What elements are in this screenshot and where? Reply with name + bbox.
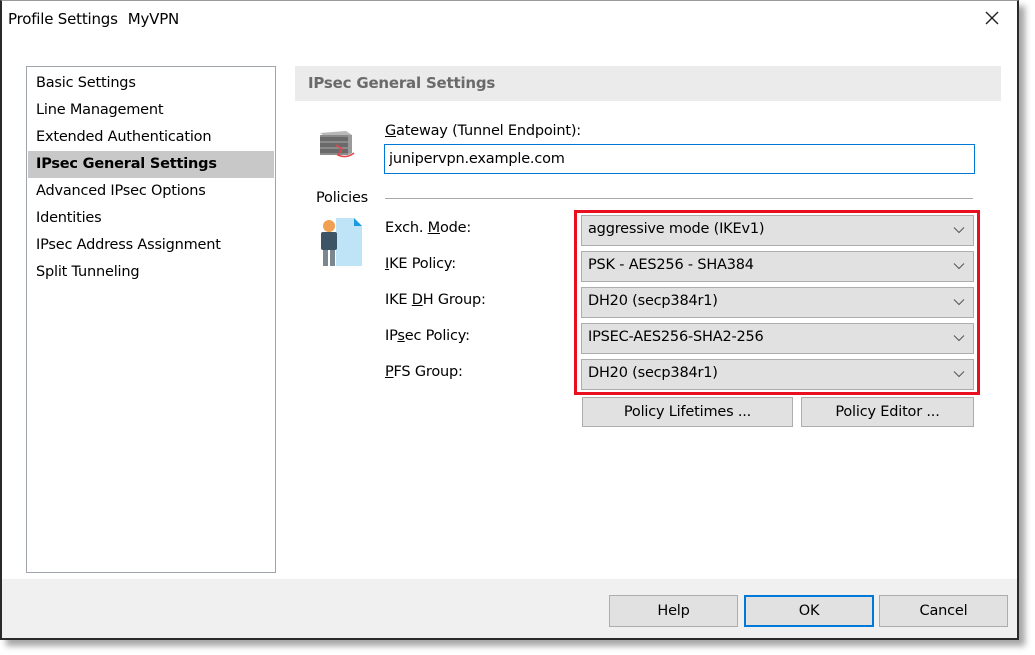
label-text: IKE [385,292,412,308]
policies-section-label: Policies [316,190,369,206]
sidebar-item-line-management[interactable]: Line Management [28,97,274,124]
exch-mode-label: Exch. Mode: [385,220,471,236]
label-text: FS Group: [393,364,463,380]
sidebar-item-identities[interactable]: Identities [28,205,274,232]
window-title-text: Profile Settings [8,10,118,28]
gateway-label-text: ateway (Tunnel Endpoint): [396,123,581,139]
gateway-label-key: G [385,123,397,139]
label-text: KE Policy: [389,256,456,272]
help-button[interactable]: Help [609,595,738,627]
label-text: ec Policy: [404,328,470,344]
ok-button[interactable]: OK [744,595,874,627]
window-title: Profile Settings MyVPN [8,10,179,28]
settings-nav-list: Basic Settings Line Management Extended … [26,66,276,573]
title-bar: Profile Settings MyVPN [2,1,1017,41]
user-policy-icon [321,218,362,266]
label-access-key: D [411,292,423,308]
close-button[interactable] [981,7,1003,29]
policy-editor-button[interactable]: Policy Editor ... [801,397,974,427]
cancel-button[interactable]: Cancel [879,595,1008,627]
ike-policy-label: IKE Policy: [385,256,456,272]
policies-divider [385,198,973,199]
sidebar-item-ipsec-address-assignment[interactable]: IPsec Address Assignment [28,232,274,259]
ipsec-policy-label: IPsec Policy: [385,328,470,344]
gateway-input[interactable] [384,144,975,174]
gateway-label: Gateway (Tunnel Endpoint): [385,123,581,139]
gateway-server-icon [320,131,355,158]
profile-name: MyVPN [127,10,180,28]
panel-title: IPsec General Settings [308,74,496,92]
panel-header: IPsec General Settings [295,66,1001,101]
label-text: H Group: [422,292,486,308]
sidebar-item-basic-settings[interactable]: Basic Settings [28,70,274,97]
policies-highlight-box [574,210,980,395]
sidebar-item-advanced-ipsec-options[interactable]: Advanced IPsec Options [28,178,274,205]
label-text: Exch. [385,220,428,236]
sidebar-item-ipsec-general-settings[interactable]: IPsec General Settings [28,151,274,178]
label-access-key: s [397,328,405,344]
pfs-group-label: PFS Group: [385,364,463,380]
label-text: IP [385,328,398,344]
sidebar-item-split-tunneling[interactable]: Split Tunneling [28,259,274,286]
profile-settings-dialog: Profile Settings MyVPN Basic Settings Lin… [0,0,1019,640]
label-access-key: M [427,220,441,236]
label-access-key: P [385,364,394,380]
label-text: ode: [439,220,472,236]
sidebar-item-extended-authentication[interactable]: Extended Authentication [28,124,274,151]
ike-dh-group-label: IKE DH Group: [385,292,486,308]
dialog-footer: Help OK Cancel [2,579,1017,638]
policy-lifetimes-button[interactable]: Policy Lifetimes ... [582,397,793,427]
close-icon [985,11,999,25]
